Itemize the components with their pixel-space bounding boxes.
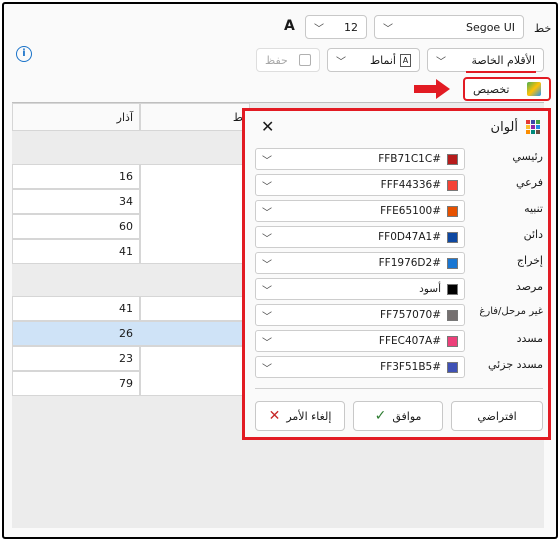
styles-dropdown[interactable]: ﹀ أنماط A [327, 48, 420, 72]
color-dropdown[interactable]: ﹀ FF1976D2# [255, 252, 465, 274]
color-swatch [447, 257, 458, 269]
red-arrow-icon [414, 79, 450, 99]
grid-cells-block [140, 164, 252, 264]
color-row-paid[interactable]: ﹀ FFEC407A# مسدد [255, 330, 543, 352]
color-swatch [447, 361, 458, 373]
cancel-button[interactable]: ✕ إلغاء الأمر [255, 401, 345, 431]
check-icon: ✓ [374, 408, 387, 424]
chevron-down-icon: ﹀ [262, 207, 272, 219]
save-label: حفظ [265, 53, 288, 67]
chevron-down-icon: ﹀ [262, 233, 272, 245]
table-row[interactable]: 41 [12, 296, 140, 321]
save-button[interactable]: حفظ [256, 48, 320, 72]
color-swatch [447, 179, 458, 191]
font-size-icon[interactable]: A [284, 18, 295, 34]
table-row[interactable]: 60 [12, 214, 140, 239]
chevron-down-icon: ﹀ [262, 181, 272, 193]
column-header-partial[interactable]: ط [140, 103, 250, 131]
color-dropdown[interactable]: ﹀ FF3F51B5# [255, 356, 465, 378]
color-dropdown[interactable]: ﹀ FFF44336# [255, 174, 465, 196]
chevron-down-icon: ﹀ [314, 23, 324, 35]
chevron-down-icon: ﹀ [262, 337, 272, 349]
highlight-underline [466, 71, 536, 73]
table-row[interactable]: 16 [12, 164, 140, 189]
chevron-down-icon: ﹀ [262, 155, 272, 167]
color-dropdown[interactable]: ﹀ أسود [255, 278, 465, 300]
customize-label: تخصيص [473, 82, 510, 96]
table-row[interactable]: 41 [12, 239, 140, 264]
color-dropdown[interactable]: ﹀ FF757070# [255, 304, 465, 326]
font-family-dropdown[interactable]: ﹀ Segoe UI [374, 15, 524, 39]
customize-button[interactable]: تخصيص [463, 77, 551, 101]
color-swatch [447, 231, 458, 243]
color-row-primary[interactable]: ﹀ FFB71C1C# رئيسي [255, 148, 543, 170]
color-row-credit[interactable]: ﹀ FF0D47A1# دائن [255, 226, 543, 248]
chevron-down-icon: ﹀ [262, 259, 272, 271]
special-pens-label: الأقلام الخاصة [471, 53, 535, 67]
popup-title: ألوان [490, 120, 518, 135]
default-button[interactable]: افتراضي [451, 401, 543, 431]
chevron-down-icon: ﹀ [262, 311, 272, 323]
table-row[interactable]: 79 [12, 371, 140, 396]
ok-button[interactable]: ✓ موافق [353, 401, 443, 431]
chevron-down-icon: ﹀ [336, 56, 346, 68]
palette-icon [527, 82, 541, 96]
font-label: خط [534, 22, 552, 35]
color-dropdown[interactable]: ﹀ FFEC407A# [255, 330, 465, 352]
color-swatch [447, 205, 458, 217]
color-swatch [447, 153, 458, 165]
styles-label: أنماط [369, 53, 396, 67]
divider [255, 388, 543, 389]
close-icon[interactable]: ✕ [261, 117, 274, 136]
font-family-value: Segoe UI [465, 20, 515, 34]
font-size-dropdown[interactable]: ﹀ 12 [305, 15, 367, 39]
table-row[interactable]: 34 [12, 189, 140, 214]
color-dropdown[interactable]: ﹀ FF0D47A1# [255, 226, 465, 248]
color-swatch [447, 283, 458, 295]
color-dropdown[interactable]: ﹀ FFE65100# [255, 200, 465, 222]
color-row-unposted[interactable]: ﹀ FF757070# غير مرحل/فارغ [255, 304, 543, 326]
styles-icon: A [400, 53, 411, 67]
color-dropdown[interactable]: ﹀ FFB71C1C# [255, 148, 465, 170]
grid-cells-block [140, 346, 252, 396]
color-swatch [447, 335, 458, 347]
save-icon [299, 54, 311, 66]
colors-popup: ألوان ✕ ﹀ FFB71C1C# رئيسي ﹀ FFF44336# فر… [242, 108, 551, 440]
color-row-posted[interactable]: ﹀ أسود مرصد [255, 278, 543, 300]
chevron-down-icon: ﹀ [262, 363, 272, 375]
palette-grid-icon [526, 120, 540, 134]
cancel-x-icon: ✕ [268, 408, 281, 424]
table-row[interactable]: 23 [12, 346, 140, 371]
grid-cells-block [140, 296, 252, 321]
color-swatch [447, 309, 458, 321]
color-row-alert[interactable]: ﹀ FFE65100# تنبيه [255, 200, 543, 222]
table-row-selected[interactable]: 26 [12, 321, 252, 346]
color-row-secondary[interactable]: ﹀ FFF44336# فرعي [255, 174, 543, 196]
color-row-partially-paid[interactable]: ﹀ FF3F51B5# مسدد جزئي [255, 356, 543, 378]
color-row-output[interactable]: ﹀ FF1976D2# إخراج [255, 252, 543, 274]
chevron-down-icon: ﹀ [262, 285, 272, 297]
column-header-adar[interactable]: آذار [12, 103, 140, 131]
chevron-down-icon: ﹀ [383, 23, 393, 35]
chevron-down-icon: ﹀ [436, 56, 446, 68]
font-size-value: 12 [344, 20, 358, 34]
special-pens-dropdown[interactable]: ﹀ الأقلام الخاصة [427, 48, 544, 72]
info-icon[interactable]: i [16, 46, 32, 62]
